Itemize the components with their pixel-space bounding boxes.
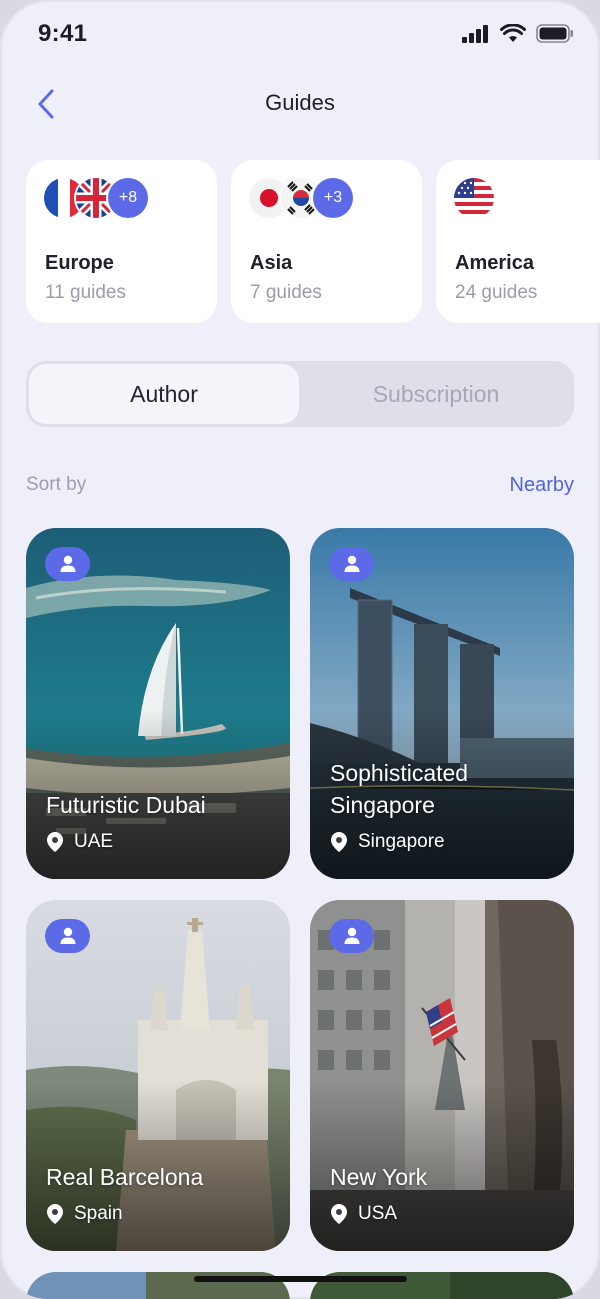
battery-icon [536,24,573,43]
home-indicator [194,1276,407,1282]
region-card-europe[interactable]: +8 Europe 11 guides [26,160,217,323]
guide-location: Singapore [330,829,445,855]
guide-title: Futuristic Dubai [46,792,206,818]
guide-location: Spain [46,1201,123,1227]
author-subscription-toggle: Author Subscription [26,361,574,427]
header: Guides [0,78,600,132]
guide-title: New York [330,1164,428,1190]
user-icon [60,555,75,572]
sort-label: Sort by [26,474,87,495]
more-flags-badge: +8 [108,178,148,218]
region-name: Europe [45,252,114,274]
app-screen: 9:41 Guides +8 Europe 11 guides +3 Asia … [0,0,600,1299]
region-list: +8 Europe 11 guides +3 Asia 7 guides Ame… [26,160,600,324]
region-guide-count: 7 guides [250,282,322,303]
user-icon [60,927,75,944]
guide-location-text: UAE [74,831,114,852]
guide-title: Sophisticated Singapore [330,760,469,818]
guide-location: UAE [46,829,113,855]
sort-nearby-button[interactable]: Nearby [510,474,574,497]
guide-location: USA [330,1201,397,1227]
status-icons [462,24,574,43]
region-name: Asia [250,252,293,274]
region-guide-count: 24 guides [455,282,538,303]
more-flags-badge: +3 [313,178,353,218]
location-pin-icon [47,832,63,852]
user-icon [344,927,359,944]
guide-card-dubai[interactable]: Futuristic Dubai UAE [26,528,290,879]
status-time: 9:41 [38,20,88,47]
signal-icon [462,24,488,43]
page-title: Guides [265,90,335,115]
location-pin-icon [331,832,347,852]
tab-subscription[interactable]: Subscription [301,364,571,424]
region-guide-count: 11 guides [45,282,126,303]
guide-card-new-york[interactable]: New York USA [310,900,574,1251]
guide-location-text: USA [358,1203,398,1224]
guide-card-singapore[interactable]: Sophisticated Singapore Singapore [310,528,574,879]
region-card-america[interactable]: America 24 guides [436,160,600,323]
tab-author[interactable]: Author [29,364,299,424]
location-pin-icon [47,1204,63,1224]
usa-flag-icon [454,178,494,218]
author-badge [329,547,374,581]
guide-title: Real Barcelona [46,1164,204,1190]
wifi-icon [500,24,526,42]
status-bar: 9:41 [0,0,600,70]
region-card-asia[interactable]: +3 Asia 7 guides [231,160,422,323]
author-badge [329,919,374,953]
author-badge [45,547,90,581]
region-name: America [455,252,534,274]
guide-location-text: Spain [74,1203,123,1224]
guide-card-barcelona[interactable]: Real Barcelona Spain [26,900,290,1251]
user-icon [344,555,359,572]
guide-location-text: Singapore [358,831,445,852]
author-badge [45,919,90,953]
location-pin-icon [331,1204,347,1224]
